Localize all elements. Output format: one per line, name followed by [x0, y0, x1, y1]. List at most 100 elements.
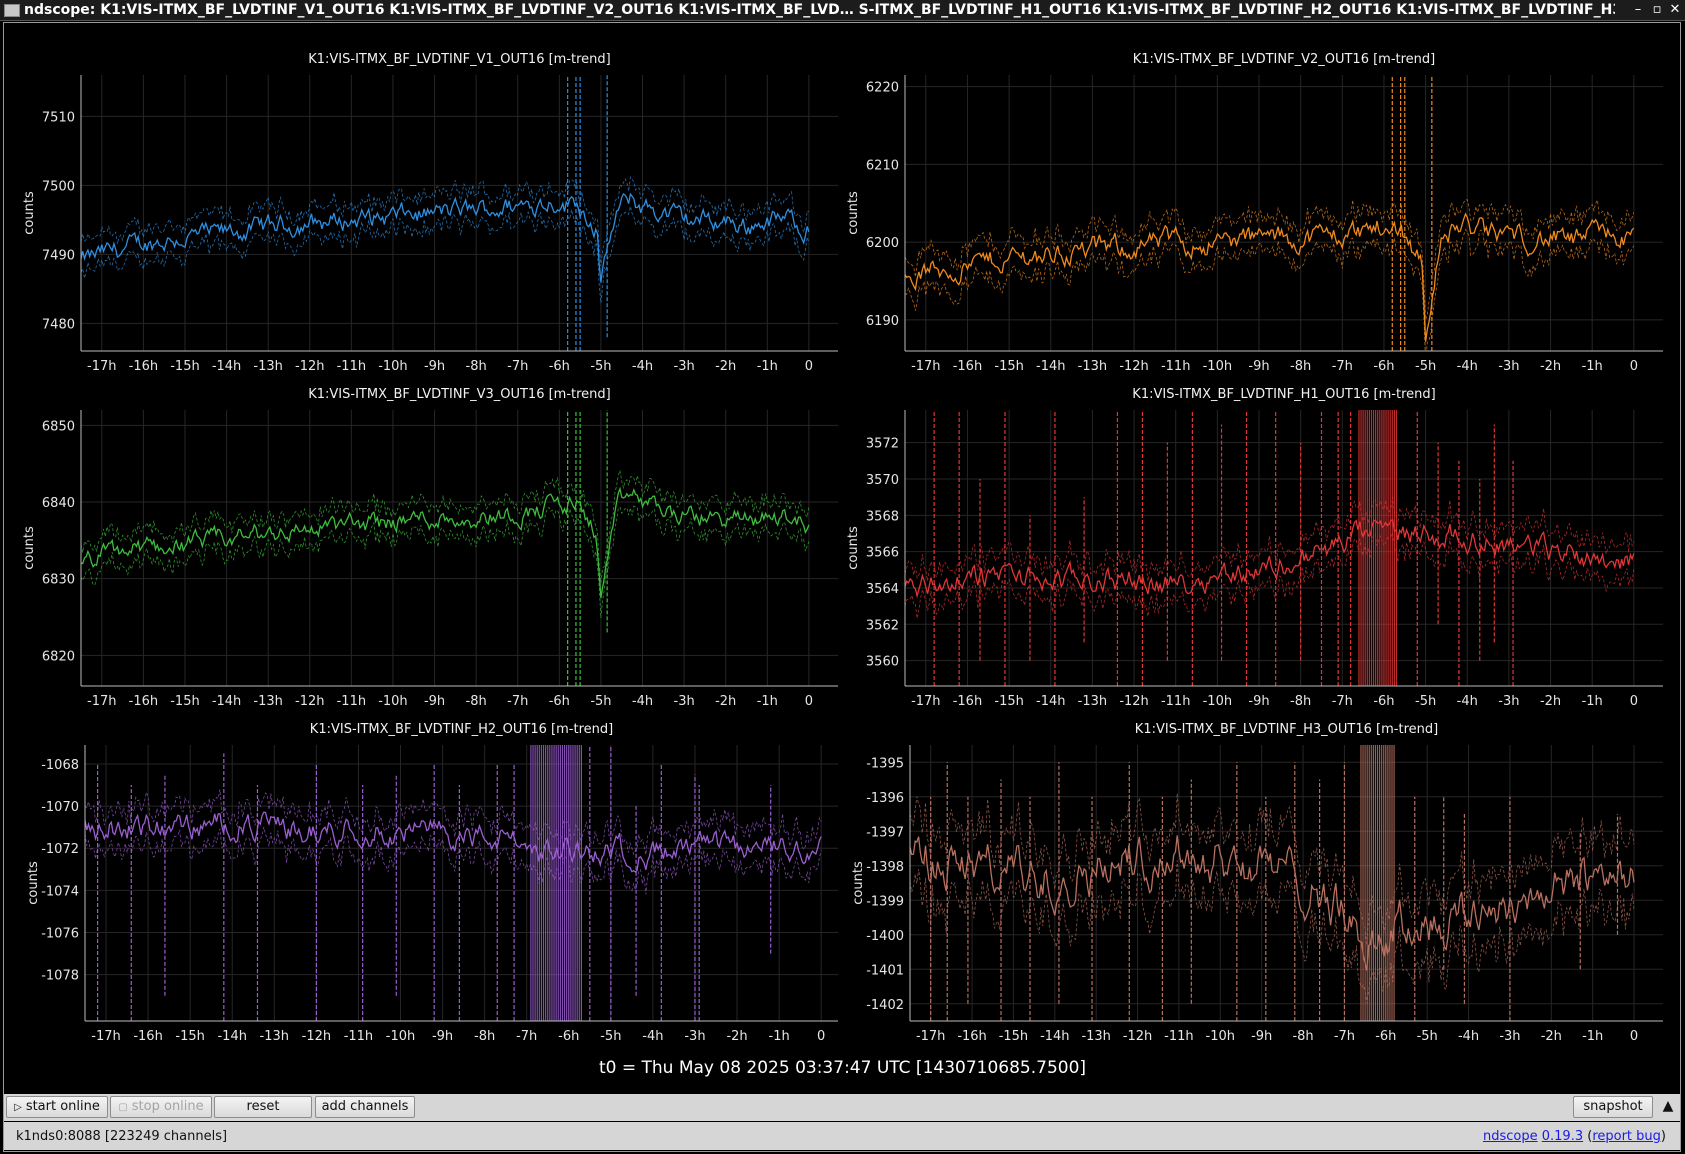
x-tick-label: -9h [1248, 359, 1269, 374]
bottom-toolbar: ▷ start online ▢ stop online reset add cha… [4, 1094, 1680, 1121]
y-tick-label: -1070 [41, 800, 79, 815]
x-tick-label: -8h [466, 359, 487, 374]
x-tick-label: -16h [957, 1029, 986, 1044]
x-tick-label: -14h [212, 359, 241, 374]
report-bug-link[interactable]: report bug [1592, 1129, 1661, 1144]
collapse-arrow-icon[interactable]: ▲ [1658, 1096, 1678, 1118]
add-channels-button[interactable]: add channels [315, 1096, 415, 1118]
x-tick-label: -9h [424, 694, 445, 709]
y-axis-label: counts [846, 191, 861, 235]
x-tick-label: -17h [87, 694, 116, 709]
y-tick-label: 6190 [866, 314, 899, 329]
x-tick-label: -9h [424, 359, 445, 374]
max-trend-line [81, 470, 810, 583]
x-tick-label: -6h [1373, 694, 1394, 709]
plot-data [910, 745, 1635, 1021]
x-tick-label: -13h [1078, 359, 1107, 374]
y-tick-label: 7510 [42, 110, 75, 125]
x-tick-label: -16h [129, 694, 158, 709]
x-tick-label: 0 [1630, 1029, 1638, 1044]
x-tick-label: -4h [632, 359, 653, 374]
x-tick-label: -13h [260, 1029, 289, 1044]
start-online-label: start online [25, 1099, 100, 1114]
y-tick-label: -1398 [866, 860, 904, 875]
x-tick-label: -5h [590, 694, 611, 709]
x-tick-label: -3h [674, 694, 695, 709]
x-tick-label: -9h [1248, 694, 1269, 709]
snapshot-button[interactable]: snapshot [1573, 1096, 1653, 1118]
y-axis-label: counts [26, 861, 41, 905]
y-tick-label: -1397 [866, 825, 904, 840]
x-tick-label: -3h [1498, 359, 1519, 374]
plot-title: K1:VIS-ITMX_BF_LVDTINF_H1_OUT16 [m-trend… [1132, 387, 1435, 402]
x-tick-label: -10h [1203, 694, 1232, 709]
y-tick-label: 3560 [866, 655, 899, 670]
start-online-button[interactable]: ▷ start online [6, 1096, 108, 1118]
min-trend-line [85, 826, 822, 895]
x-tick-label: -8h [1292, 1029, 1313, 1044]
plot-title: K1:VIS-ITMX_BF_LVDTINF_H3_OUT16 [m-trend… [1135, 722, 1438, 737]
x-tick-label: -11h [1161, 359, 1190, 374]
reset-button[interactable]: reset [214, 1096, 312, 1118]
x-tick-label: -12h [1119, 694, 1148, 709]
x-tick-label: -7h [516, 1029, 537, 1044]
x-tick-label: -15h [994, 359, 1023, 374]
x-tick-label: -15h [170, 359, 199, 374]
max-trend-line [905, 198, 1635, 320]
x-tick-label: -1h [1582, 359, 1603, 374]
x-tick-label: -6h [549, 694, 570, 709]
x-tick-label: -1h [757, 694, 778, 709]
x-tick-label: -12h [302, 1029, 331, 1044]
y-tick-label: 3566 [866, 546, 899, 561]
stop-online-label: stop online [131, 1099, 204, 1114]
x-tick-label: -12h [295, 359, 324, 374]
y-axis-label: counts [22, 191, 37, 235]
plot-panel: 7480 7490 7500 7510 -17h -16h -15h -14h -13h -12h… [22, 52, 838, 374]
x-tick-label: -3h [674, 359, 695, 374]
y-tick-label: -1402 [866, 998, 904, 1013]
version-link[interactable]: 0.19.3 [1542, 1129, 1583, 1144]
y-tick-label: 6840 [42, 496, 75, 511]
x-tick-label: -13h [253, 694, 282, 709]
x-tick-label: -9h [432, 1029, 453, 1044]
x-tick-label: -2h [726, 1029, 747, 1044]
x-tick-label: -1h [769, 1029, 790, 1044]
plot-grid: 7480 7490 7500 7510 -17h -16h -15h -14h -13h -12h… [22, 52, 1663, 1044]
x-tick-label: -8h [1290, 694, 1311, 709]
x-tick-label: 0 [805, 694, 813, 709]
x-tick-label: -15h [994, 694, 1023, 709]
x-tick-label: -11h [1161, 694, 1190, 709]
x-tick-label: -3h [1499, 1029, 1520, 1044]
min-trend-line [910, 860, 1635, 1004]
x-tick-label: -4h [1458, 1029, 1479, 1044]
y-tick-label: 6220 [866, 81, 899, 96]
x-tick-label: -15h [999, 1029, 1028, 1044]
plot-data [85, 745, 822, 1021]
x-tick-label: -16h [953, 694, 982, 709]
x-tick-label: -14h [212, 694, 241, 709]
stop-online-button[interactable]: ▢ stop online [110, 1096, 212, 1118]
x-tick-label: -2h [1541, 1029, 1562, 1044]
x-tick-label: -7h [1334, 1029, 1355, 1044]
x-tick-label: -17h [911, 359, 940, 374]
paren-close: ) [1660, 1129, 1666, 1144]
x-tick-label: -16h [953, 359, 982, 374]
x-tick-label: -2h [1540, 694, 1561, 709]
y-tick-label: 3570 [866, 473, 899, 488]
y-tick-label: -1072 [41, 842, 79, 857]
y-tick-label: 6200 [866, 236, 899, 251]
x-tick-label: -1h [757, 359, 778, 374]
y-tick-label: 6850 [42, 419, 75, 434]
x-tick-label: -11h [344, 1029, 373, 1044]
plot-title: K1:VIS-ITMX_BF_LVDTINF_V1_OUT16 [m-trend… [308, 52, 611, 67]
x-tick-label: -17h [911, 694, 940, 709]
y-tick-label: 3562 [866, 618, 899, 633]
x-tick-label: -12h [1123, 1029, 1152, 1044]
x-tick-label: -17h [916, 1029, 945, 1044]
y-tick-label: -1078 [41, 969, 79, 984]
y-tick-label: 7480 [42, 317, 75, 332]
ndscope-link[interactable]: ndscope [1483, 1129, 1538, 1144]
x-tick-label: -8h [474, 1029, 495, 1044]
x-tick-label: 0 [817, 1029, 825, 1044]
plot-panel: -1402 -1401 -1400 -1399 -1398 -1397 -1396 -1395… [851, 722, 1663, 1044]
